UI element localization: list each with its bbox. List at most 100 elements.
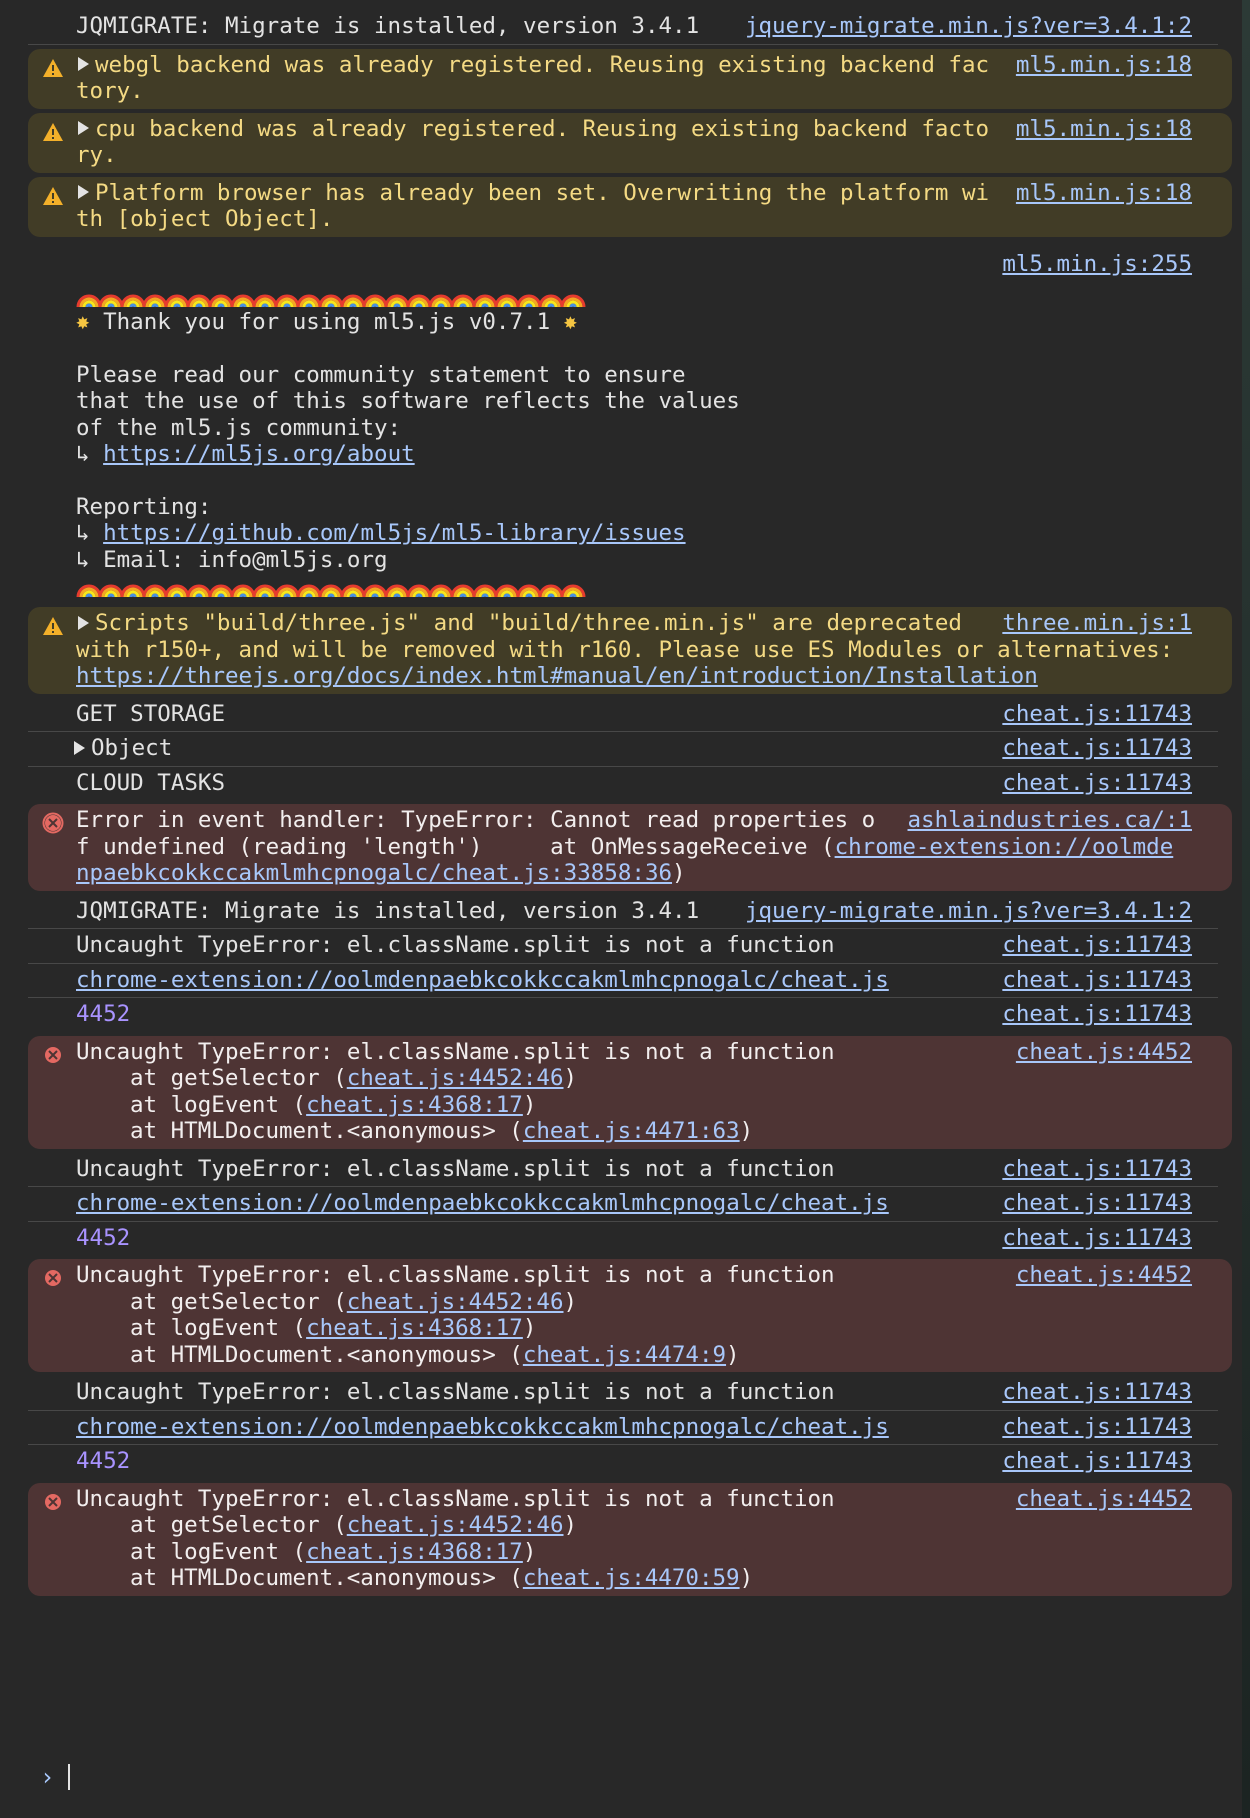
arrow-glyph: ↳ [76,546,90,573]
prompt-chevron-icon: › [40,1762,55,1791]
expand-triangle-icon[interactable] [74,740,85,755]
source-link[interactable]: ml5.min.js:18 [1016,116,1192,143]
message-text: Uncaught TypeError: el.className.split i… [76,932,835,958]
error-circle-x-icon [42,812,64,834]
number-value: 4452 [76,1224,131,1251]
source-link[interactable]: cheat.js:11743 [1002,967,1192,994]
stack-link[interactable]: cheat.js:4474:9 [523,1342,726,1368]
stack-link[interactable]: cheat.js:4452:46 [347,1289,564,1315]
source-link[interactable]: cheat.js:11743 [1002,735,1192,762]
glowing-star-icon: ✸ [76,309,90,335]
thanks-text: Thank you for using ml5.js v0.7.1 [103,309,551,335]
object-label[interactable]: Object [91,735,172,761]
source-link[interactable]: cheat.js:11743 [1002,1190,1192,1217]
source-link[interactable]: ml5.min.js:18 [1016,180,1192,207]
error-circle-x-icon [45,1270,61,1286]
stack-frame: at HTMLDocument.<anonymous> (cheat.js:44… [130,1565,754,1591]
message-text: Uncaught TypeError: el.className.split i… [76,1262,835,1288]
console-warning: three.min.js:1 Scripts "build/three.js" … [28,607,1232,694]
message-text: JQMIGRATE: Migrate is installed, version… [76,897,700,924]
message-text: webgl backend was already registered. Re… [76,51,990,105]
console-message: cheat.js:11743 chrome-extension://oolmde… [28,964,1218,998]
rainbow-emoji-row [76,584,586,599]
stack-link[interactable]: cheat.js:4452:46 [347,1512,564,1538]
console-message: cheat.js:11743 4452 [28,1445,1218,1479]
console-message: cheat.js:11743 chrome-extension://oolmde… [28,1187,1218,1222]
stack-frame: at getSelector (cheat.js:4452:46) [130,1288,578,1315]
extension-link[interactable]: chrome-extension://oolmdenpaebkcokkccakm… [76,967,889,993]
stack-frame: at HTMLDocument.<anonymous> (cheat.js:44… [130,1341,740,1368]
source-link[interactable]: ml5.min.js:18 [1016,52,1192,79]
console-message: cheat.js:11743 chrome-extension://oolmde… [28,1411,1218,1445]
message-text: GET STORAGE [76,700,226,727]
source-link[interactable]: cheat.js:11743 [1002,1414,1192,1441]
stack-frame: at getSelector (cheat.js:4452:46) [130,1512,578,1538]
source-link[interactable]: jquery-migrate.min.js?ver=3.4.1:2 [745,898,1192,925]
console-prompt[interactable]: › [40,1762,71,1792]
warning-triangle-icon [43,186,63,205]
stack-link[interactable]: cheat.js:4368:17 [306,1092,523,1118]
warning-triangle-icon [43,122,63,141]
message-text: cpu backend was already registered. Reus… [76,115,990,169]
stack-link[interactable]: cheat.js:4471:63 [523,1118,740,1144]
window-edge [1242,0,1250,1818]
message-text: Platform browser has already been set. O… [76,179,990,233]
expand-triangle-icon[interactable] [78,57,89,71]
stack-link[interactable]: cheat.js:4368:17 [306,1539,523,1565]
arrow-glyph: ↳ [76,520,90,546]
stack-frame: at logEvent (cheat.js:4368:17) [130,1538,537,1565]
source-link[interactable]: three.min.js:1 [1002,610,1192,637]
threejs-docs-link[interactable]: https://threejs.org/docs/index.html#manu… [76,663,1038,689]
ml5-banner-message: ml5.min.js:255 ✸ Thank you for using ml5… [28,241,1218,604]
email-text: Email: info@ml5js.org [103,546,388,573]
stack-link[interactable]: cheat.js:4470:59 [523,1565,740,1591]
source-link[interactable]: cheat.js:11743 [1002,1379,1192,1406]
source-link[interactable]: cheat.js:11743 [1002,770,1192,797]
extension-link[interactable]: chrome-extension://oolmdenpaebkcokkccakm… [76,1190,889,1216]
console-error: ashlaindustries.ca/:1 Error in event han… [28,804,1232,891]
message-text: CLOUD TASKS [76,769,226,796]
expand-triangle-icon[interactable] [78,121,89,135]
console-error: cheat.js:4452 Uncaught TypeError: el.cla… [28,1259,1232,1372]
source-link[interactable]: cheat.js:11743 [1002,1001,1192,1028]
reporting-label: Reporting: [76,493,212,520]
devtools-console: jquery-migrate.min.js?ver=3.4.1:2 JQMIGR… [0,0,1250,1818]
stack-link[interactable]: cheat.js:4452:46 [347,1065,564,1091]
message-text: Uncaught TypeError: el.className.split i… [76,1485,835,1512]
stack-suffix: ) [672,860,686,886]
about-link[interactable]: https://ml5js.org/about [103,441,415,467]
source-link[interactable]: jquery-migrate.min.js?ver=3.4.1:2 [745,13,1192,40]
stack-link[interactable]: cheat.js:4368:17 [306,1315,523,1341]
console-message: cheat.js:11743 CLOUD TASKS [28,767,1218,801]
number-value: 4452 [76,1001,131,1027]
rainbow-emoji-row [76,294,586,309]
console-message[interactable]: cheat.js:11743 Object [28,732,1218,767]
issues-link[interactable]: https://github.com/ml5js/ml5-library/iss… [103,520,685,546]
text-caret[interactable] [68,1764,71,1790]
expand-triangle-icon[interactable] [78,185,89,199]
source-link[interactable]: cheat.js:4452 [1016,1262,1192,1289]
source-link[interactable]: cheat.js:11743 [1002,932,1192,959]
extension-link[interactable]: chrome-extension://oolmdenpaebkcokkccakm… [76,1414,889,1440]
console-message: cheat.js:11743 4452 [28,998,1218,1032]
source-link[interactable]: ml5.min.js:255 [1002,251,1192,278]
source-link[interactable]: cheat.js:4452 [1016,1486,1192,1513]
source-link[interactable]: cheat.js:11743 [1002,701,1192,728]
message-text: Uncaught TypeError: el.className.split i… [76,1038,835,1065]
number-value: 4452 [76,1448,131,1474]
source-link[interactable]: cheat.js:11743 [1002,1156,1192,1183]
source-link[interactable]: cheat.js:11743 [1002,1448,1192,1475]
expand-triangle-icon[interactable] [78,615,89,630]
console-message: cheat.js:11743 Uncaught TypeError: el.cl… [28,1153,1218,1187]
stack-frame: at getSelector (cheat.js:4452:46) [130,1065,578,1091]
message-text: Uncaught TypeError: el.className.split i… [76,1155,835,1182]
console-message: cheat.js:11743 GET STORAGE [28,698,1218,732]
stack-prefix: at OnMessageReceive ( [495,833,835,860]
source-link[interactable]: cheat.js:4452 [1016,1039,1192,1066]
console-message: cheat.js:11743 Uncaught TypeError: el.cl… [28,1376,1218,1411]
message-text: Uncaught TypeError: el.className.split i… [76,1379,835,1405]
source-link[interactable]: ashlaindustries.ca/:1 [908,807,1192,834]
arrow-glyph: ↳ [76,441,90,467]
error-circle-x-icon [45,1493,61,1510]
source-link[interactable]: cheat.js:11743 [1002,1225,1192,1252]
